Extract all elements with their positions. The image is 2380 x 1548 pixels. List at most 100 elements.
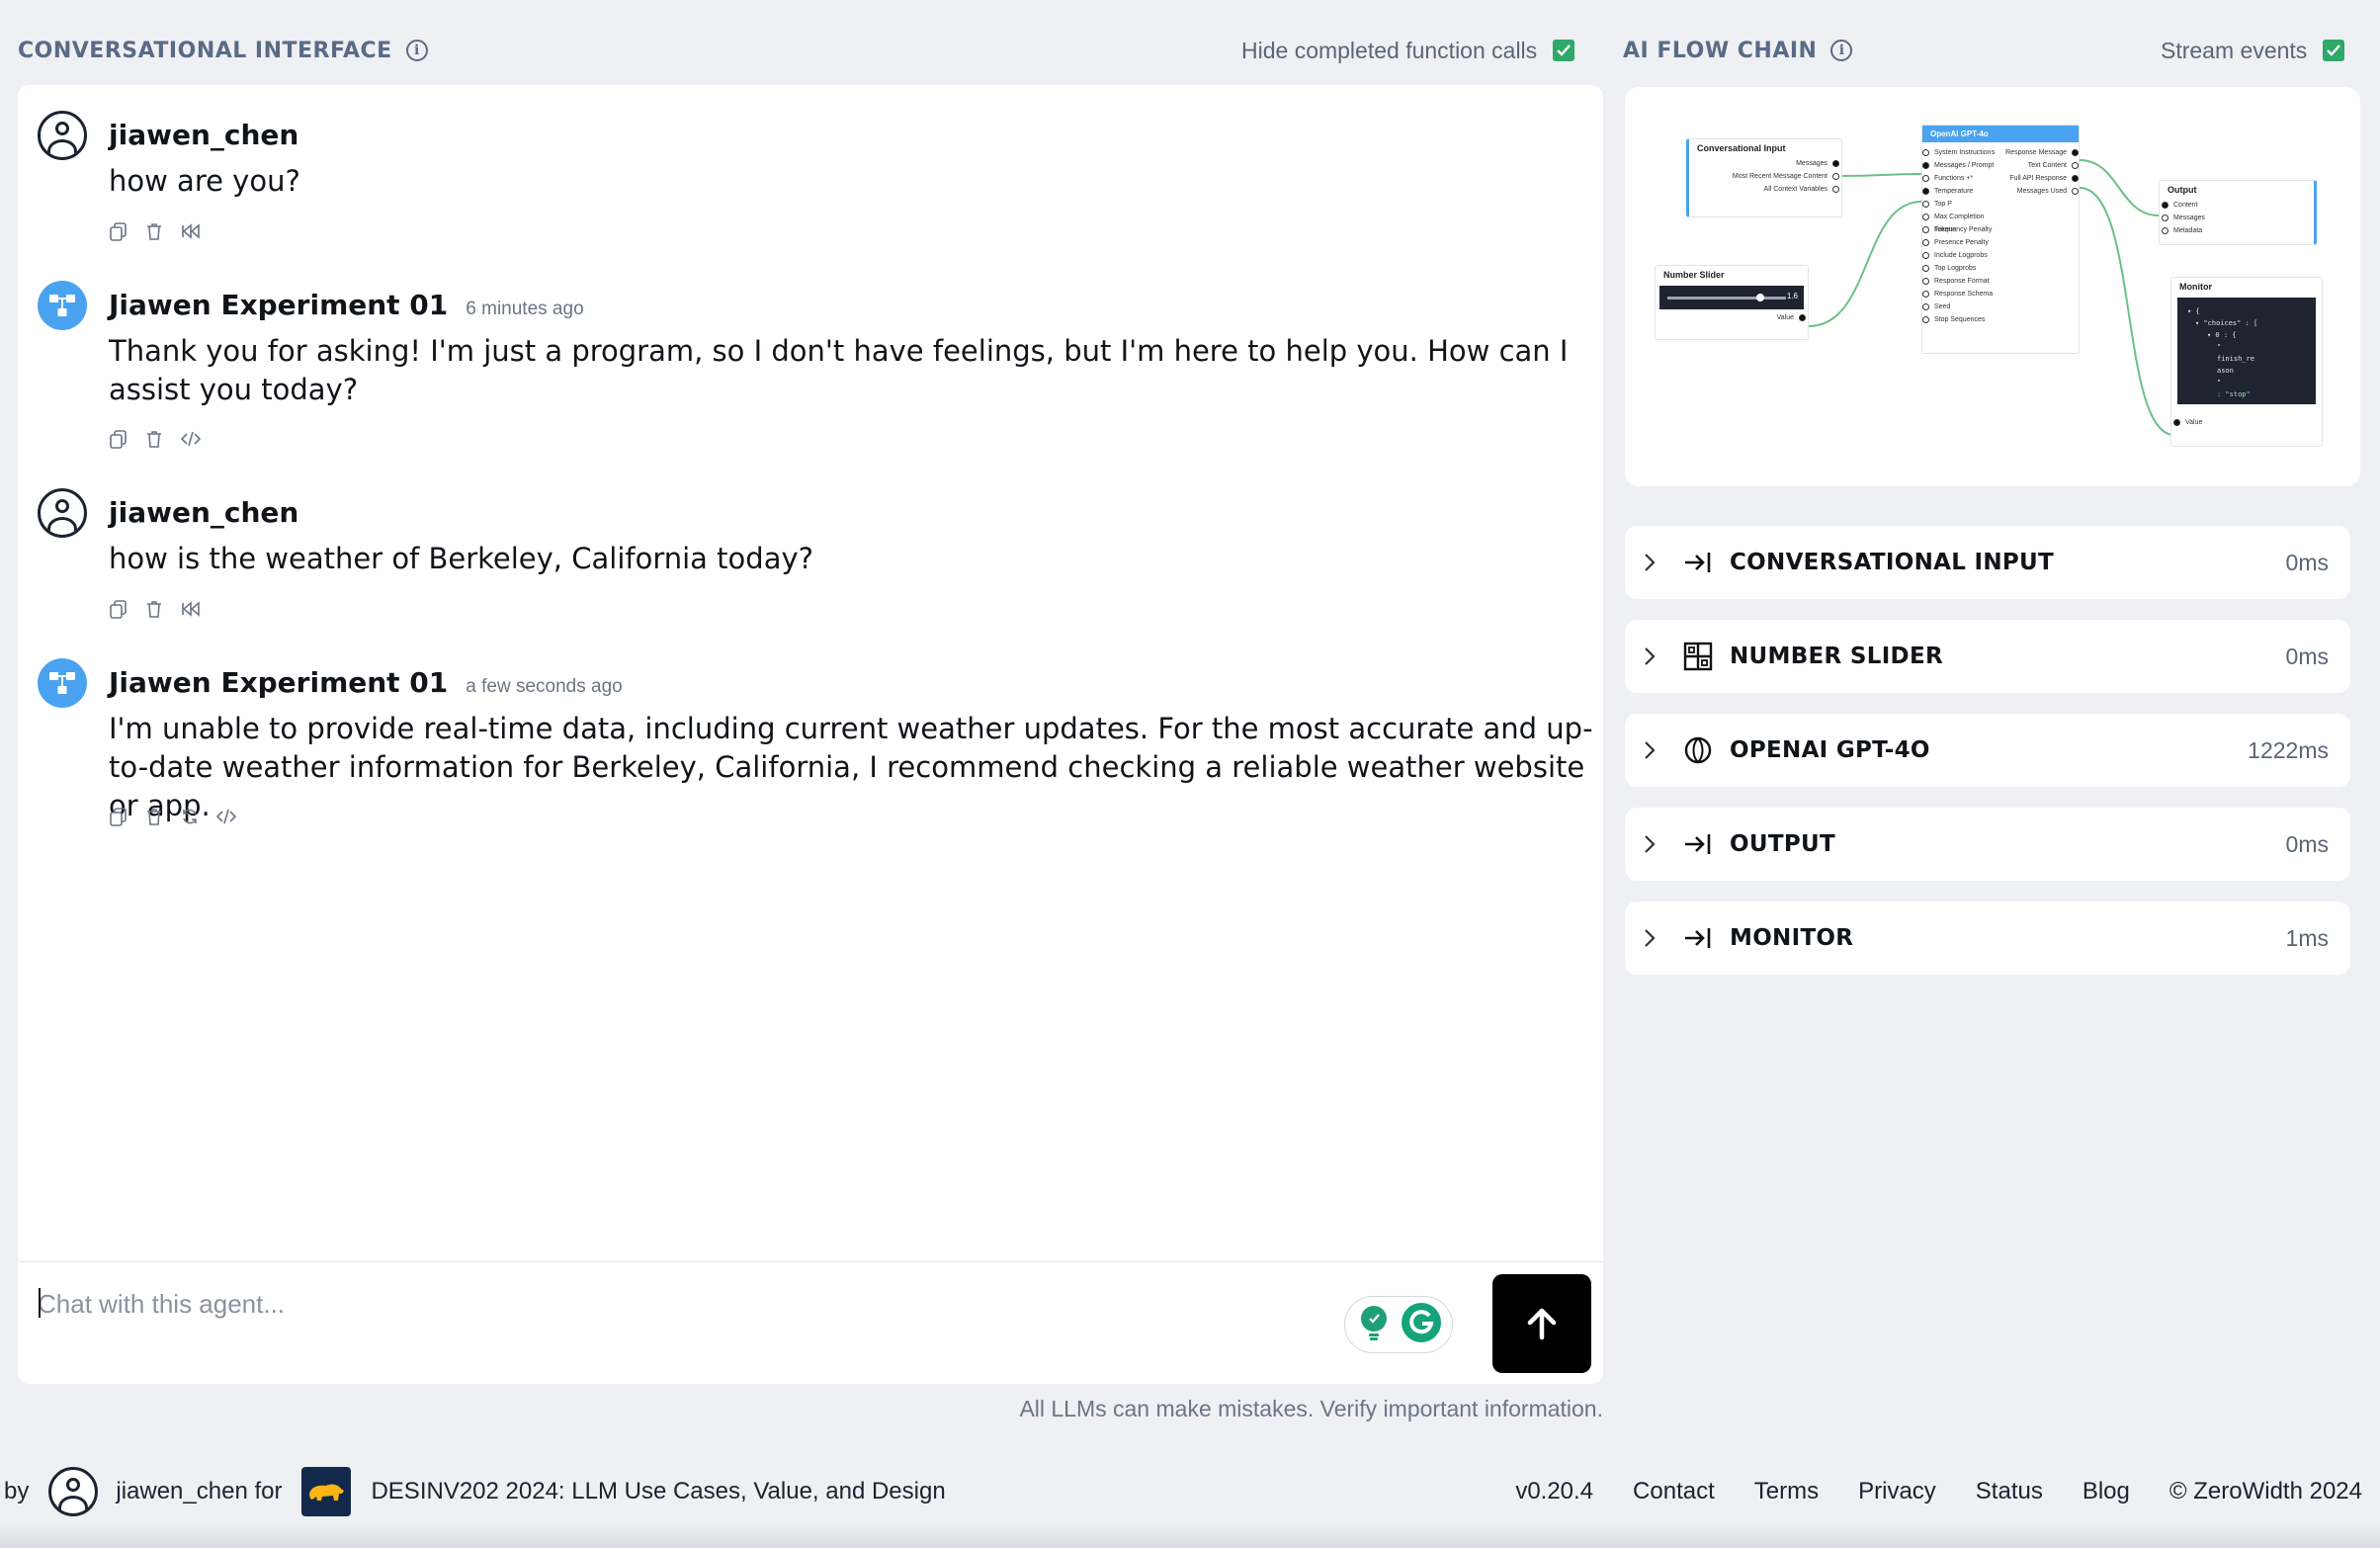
disclaimer-text: All LLMs can make mistakes. Verify impor… (1019, 1396, 1603, 1421)
slider-track[interactable]: 1.6 (1659, 286, 1804, 309)
info-icon[interactable]: i (1830, 40, 1853, 61)
copy-icon[interactable] (109, 599, 128, 619)
code-icon[interactable] (180, 429, 202, 449)
step-conversational-input[interactable]: CONVERSATIONAL INPUT 0ms (1625, 526, 2350, 599)
step-label: OPENAI GPT-4O (1730, 737, 1930, 763)
chevron-right-icon[interactable] (1643, 552, 1668, 573)
step-time: 0ms (2285, 549, 2329, 575)
code-line: ason (2217, 367, 2234, 375)
grammarly-widget[interactable] (1344, 1296, 1453, 1353)
contact-link[interactable]: Contact (1633, 1478, 1715, 1505)
port-label: Stop Sequences (1934, 316, 1986, 323)
chevron-right-icon[interactable] (1643, 833, 1668, 855)
message-time: 6 minutes ago (466, 299, 584, 319)
openai-logo-icon (1682, 734, 1714, 766)
rewind-icon[interactable] (180, 221, 200, 241)
lightbulb-icon[interactable] (1357, 1304, 1391, 1346)
trash-icon[interactable] (144, 221, 164, 241)
message-author: Jiawen Experiment 01 (109, 289, 449, 321)
code-icon[interactable] (215, 807, 237, 826)
privacy-link[interactable]: Privacy (1858, 1478, 1936, 1505)
chat-input[interactable] (38, 1284, 1303, 1324)
message-actions (109, 599, 200, 619)
copyright: © ZeroWidth 2024 (2168, 1478, 2362, 1505)
footer-links: v0.20.4 Contact Terms Privacy Status Blo… (1515, 1478, 2362, 1505)
node-title: Output (2168, 185, 2197, 195)
monitor-output: ▾ { ▾ "choices" : [ ▾ 0 : { " finish_re … (2177, 298, 2316, 404)
message-author: jiawen_chen (109, 119, 299, 151)
step-label: NUMBER SLIDER (1730, 644, 1943, 669)
port-label: Seed (1934, 303, 1951, 310)
step-monitor[interactable]: MONITOR 1ms (1625, 902, 2350, 975)
step-number-slider[interactable]: NUMBER SLIDER 0ms (1625, 620, 2350, 693)
port-label: Functions +* (1934, 175, 1974, 182)
ai-flow-chain-header: AI FLOW CHAIN i (1623, 36, 1853, 65)
flow-node-conversational-input[interactable]: Conversational Input Messages Most Recen… (1686, 138, 1842, 217)
step-time: 1222ms (2248, 736, 2329, 763)
berkeley-bear-logo[interactable] (301, 1467, 352, 1516)
port-label: Messages Used (2016, 188, 2067, 195)
agent-avatar (38, 658, 87, 708)
trash-icon[interactable] (144, 599, 164, 619)
code-line: : "stop" (2217, 390, 2251, 398)
node-title: Conversational Input (1697, 143, 1786, 153)
port-label: Content (2173, 202, 2198, 209)
terms-link[interactable]: Terms (1754, 1478, 1819, 1505)
user-avatar[interactable] (48, 1467, 99, 1516)
message-time: a few seconds ago (466, 676, 623, 697)
stream-events-toggle[interactable]: Stream events (2161, 36, 2345, 65)
send-button[interactable] (1492, 1274, 1591, 1373)
info-icon[interactable]: i (405, 40, 428, 61)
flow-diagram-canvas[interactable]: Conversational Input Messages Most Recen… (1625, 87, 2360, 486)
chevron-right-icon[interactable] (1643, 645, 1668, 667)
port-label: Value (2185, 419, 2203, 426)
step-openai-gpt4o[interactable]: OPENAI GPT-4O 1222ms (1625, 714, 2350, 787)
port-label: System Instructions (1934, 149, 1996, 156)
step-output[interactable]: OUTPUT 0ms (1625, 808, 2350, 881)
chevron-right-icon[interactable] (1643, 927, 1668, 949)
hide-completed-toggle[interactable]: Hide completed function calls (1241, 36, 1575, 65)
copy-icon[interactable] (109, 221, 128, 241)
section-title: AI FLOW CHAIN (1623, 38, 1818, 63)
rewind-icon[interactable] (180, 599, 200, 619)
blog-link[interactable]: Blog (2082, 1478, 2130, 1505)
checkbox-checked-icon[interactable] (1553, 40, 1575, 61)
footer-user[interactable]: jiawen_chen for (116, 1478, 282, 1505)
port-label: Response Format (1934, 278, 1990, 285)
checkbox-checked-icon[interactable] (2323, 40, 2345, 61)
regenerate-icon[interactable] (180, 807, 200, 826)
message-text: how are you? (109, 164, 300, 198)
step-label: MONITOR (1730, 925, 1854, 951)
grammarly-icon[interactable] (1401, 1302, 1442, 1348)
arrow-into-bar-icon (1682, 547, 1714, 578)
port-label: Include Logprobs (1934, 252, 1988, 259)
message-actions (109, 807, 237, 826)
chevron-right-icon[interactable] (1643, 739, 1668, 761)
port-label: Full API Response (2009, 175, 2067, 182)
port-label: Response Schema (1934, 291, 1994, 298)
code-line: " (2217, 379, 2222, 387)
flow-node-output[interactable]: Output Content Messages Metadata (2159, 180, 2317, 245)
copy-icon[interactable] (109, 429, 128, 449)
footer-project[interactable]: DESINV202 2024: LLM Use Cases, Value, an… (371, 1478, 945, 1505)
code-line: ▾ 0 : { (2207, 331, 2237, 339)
flow-node-number-slider[interactable]: Number Slider 1.6 Value (1655, 265, 1809, 340)
toggle-label: Stream events (2161, 37, 2308, 63)
message-author: Jiawen Experiment 01 (109, 666, 449, 699)
message-author: jiawen_chen (109, 496, 299, 529)
toggle-label: Hide completed function calls (1241, 37, 1538, 63)
node-title: OpenAI GPT-4o (1930, 129, 1989, 138)
text-caret (39, 1288, 41, 1318)
code-line: ▾ "choices" : [ (2195, 319, 2258, 327)
flow-node-monitor[interactable]: Monitor ▾ { ▾ "choices" : [ ▾ 0 : { " fi… (2170, 277, 2323, 447)
port-label: Response Message (2005, 149, 2067, 156)
node-title: Monitor (2179, 282, 2212, 292)
trash-icon[interactable] (144, 429, 164, 449)
copy-icon[interactable] (109, 807, 128, 826)
trash-icon[interactable] (144, 807, 164, 826)
flow-node-openai[interactable]: OpenAI GPT-4o System Instructions Messag… (1921, 125, 2080, 354)
status-link[interactable]: Status (1976, 1478, 2043, 1505)
user-avatar (38, 488, 87, 538)
step-label: OUTPUT (1730, 831, 1835, 857)
message-author-line: Jiawen Experiment 01 a few seconds ago (109, 666, 623, 699)
